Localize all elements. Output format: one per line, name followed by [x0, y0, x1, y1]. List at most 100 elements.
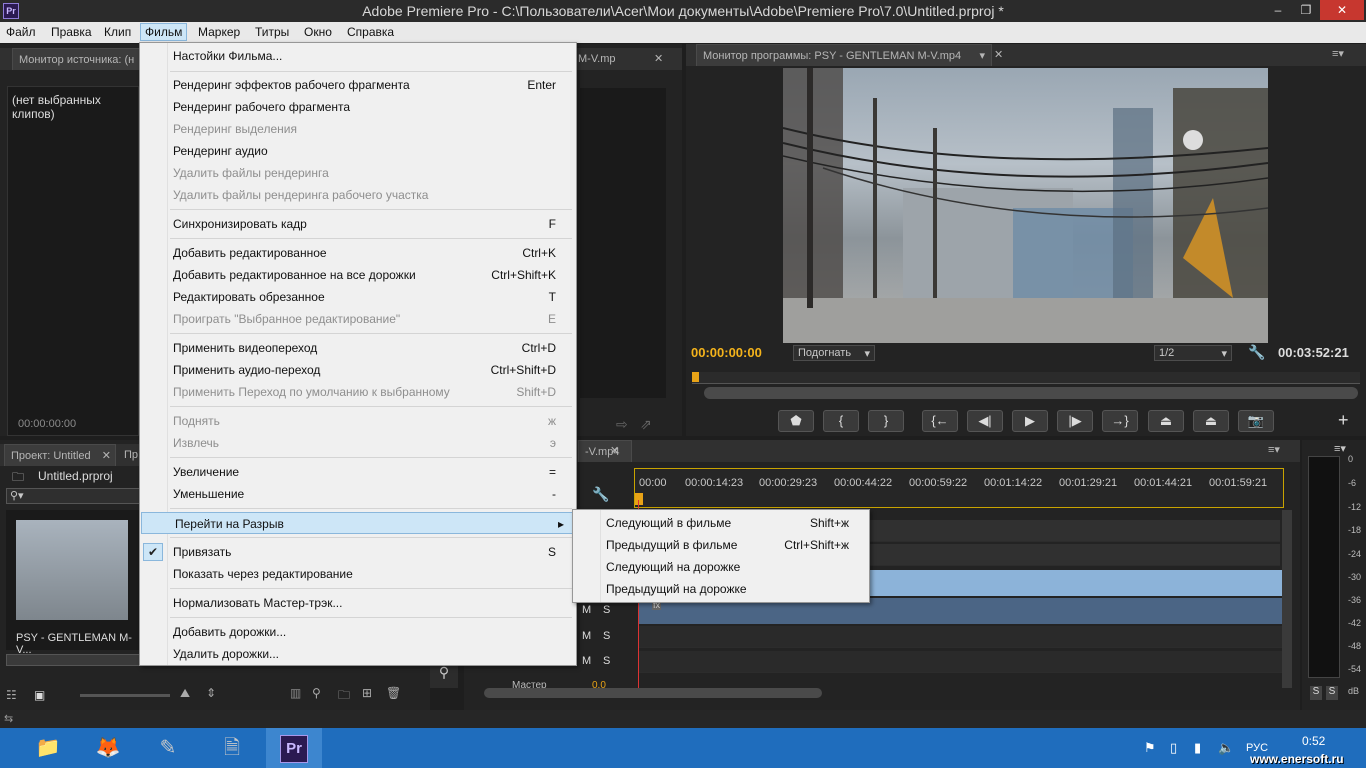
- playhead-icon[interactable]: [692, 372, 699, 382]
- panel-menu-icon[interactable]: ≡▾: [1268, 443, 1280, 456]
- menu-window[interactable]: Окно: [304, 25, 332, 39]
- solo-right-button[interactable]: S: [1326, 686, 1338, 700]
- sort-icon[interactable]: ⇕: [206, 686, 216, 700]
- menu-clip[interactable]: Клип: [104, 25, 131, 39]
- timeline-h-scrollbar[interactable]: [484, 688, 822, 698]
- zoom-tool-icon[interactable]: ⚲: [430, 664, 458, 688]
- network-icon[interactable]: ▮: [1194, 740, 1201, 756]
- new-bin-icon[interactable]: 🗀: [338, 686, 350, 707]
- menu-item-render-selection[interactable]: Рендеринг выделения: [140, 118, 576, 140]
- menu-marker[interactable]: Маркер: [198, 25, 240, 39]
- audio-track-3[interactable]: [638, 651, 1282, 673]
- menu-item-lift[interactable]: Поднять ж: [140, 410, 576, 432]
- menu-item-extract[interactable]: Извлечь э: [140, 432, 576, 454]
- insert-icon[interactable]: ⇨: [616, 416, 628, 433]
- menu-item-go-to-gap[interactable]: Перейти на Разрыв ▸: [141, 512, 575, 534]
- menu-item-render-effects[interactable]: Рендеринг эффектов рабочего фрагмента Ent…: [140, 74, 576, 96]
- menu-item-sequence-settings[interactable]: Настойки Фильма...: [140, 45, 576, 67]
- find-icon[interactable]: ⚲: [312, 686, 321, 700]
- program-current-timecode[interactable]: 00:00:00:00: [691, 345, 762, 360]
- automate-icon[interactable]: ▥: [290, 686, 301, 700]
- close-icon[interactable]: ✕: [102, 445, 111, 467]
- document-app-icon[interactable]: 🗎: [204, 728, 260, 768]
- menu-edit[interactable]: Правка: [51, 25, 92, 39]
- add-marker-button[interactable]: ⬟: [778, 410, 814, 432]
- menu-item-add-tracks[interactable]: Добавить дорожки...: [140, 621, 576, 643]
- mute-button[interactable]: M: [582, 630, 591, 642]
- close-icon[interactable]: ✕: [654, 52, 663, 65]
- menu-item-render-work-area[interactable]: Рендеринг рабочего фрагмента: [140, 96, 576, 118]
- export-frame-button[interactable]: 📷: [1238, 410, 1274, 432]
- clock-time[interactable]: 0:52: [1302, 734, 1325, 748]
- go-to-out-button[interactable]: →}: [1102, 410, 1138, 432]
- menu-item-show-through-edits[interactable]: Показать через редактирование: [140, 563, 576, 585]
- chevron-down-icon[interactable]: ▾: [979, 45, 985, 67]
- menu-item-zoom-out[interactable]: Уменьшение -: [140, 483, 576, 505]
- list-view-icon[interactable]: ☷: [6, 688, 17, 702]
- submenu-item-next-in-track[interactable]: Следующий на дорожке: [573, 556, 869, 578]
- menu-file[interactable]: Файл: [6, 25, 36, 39]
- menu-title[interactable]: Титры: [255, 25, 289, 39]
- menu-sequence[interactable]: Фильм: [140, 23, 188, 41]
- mute-button[interactable]: M: [582, 604, 591, 616]
- menu-item-add-edit[interactable]: Добавить редактированное Ctrl+K: [140, 242, 576, 264]
- menu-help[interactable]: Справка: [347, 25, 394, 39]
- tab-program-monitor[interactable]: Монитор программы: PSY - GENTLEMAN M-V.m…: [696, 44, 992, 66]
- play-button[interactable]: ▶: [1012, 410, 1048, 432]
- menu-item-snap[interactable]: ✔ Привязать S: [140, 541, 576, 563]
- menu-item-delete-tracks[interactable]: Удалить дорожки...: [140, 643, 576, 665]
- flag-icon[interactable]: ⚑: [1144, 740, 1156, 756]
- close-button[interactable]: ✕: [1320, 0, 1364, 20]
- video-track-3[interactable]: [870, 520, 1280, 542]
- file-explorer-icon[interactable]: 📁: [20, 728, 76, 768]
- menu-item-apply-audio-transition[interactable]: Применить аудио-переход Ctrl+Shift+D: [140, 359, 576, 381]
- audio-track-2[interactable]: [638, 626, 1282, 648]
- video-track-2[interactable]: [870, 544, 1280, 566]
- menu-item-render-audio[interactable]: Рендеринг аудио: [140, 140, 576, 162]
- program-zoom-scrollbar[interactable]: [704, 387, 1358, 399]
- go-to-in-button[interactable]: {←: [922, 410, 958, 432]
- solo-button[interactable]: S: [603, 655, 610, 667]
- program-time-ruler[interactable]: [692, 372, 1360, 384]
- tab-sequence[interactable]: -V.mp4: [578, 440, 632, 462]
- submenu-item-previous-in-track[interactable]: Предыдущий на дорожке: [573, 578, 869, 600]
- plus-icon[interactable]: +: [1338, 410, 1349, 431]
- menu-item-normalize-master-track[interactable]: Нормализовать Мастер-трэк...: [140, 592, 576, 614]
- playhead-icon[interactable]: [635, 493, 643, 505]
- mark-in-button[interactable]: {: [823, 410, 859, 432]
- menu-item-apply-video-transition[interactable]: Применить видеопереход Ctrl+D: [140, 337, 576, 359]
- menu-item-apply-default-transition[interactable]: Применить Переход по умолчанию к выбранн…: [140, 381, 576, 403]
- mark-out-button[interactable]: }: [868, 410, 904, 432]
- panel-menu-icon[interactable]: ≡▾: [1332, 47, 1344, 60]
- extract-button[interactable]: ⏏: [1193, 410, 1229, 432]
- tablet-app-icon[interactable]: ✎: [140, 728, 196, 768]
- wrench-icon[interactable]: 🔧: [1248, 344, 1265, 361]
- export-frame-icon[interactable]: ⇗: [640, 416, 652, 433]
- solo-left-button[interactable]: S: [1310, 686, 1322, 700]
- new-item-icon[interactable]: ⊞: [362, 686, 372, 700]
- video-clip[interactable]: [870, 570, 1282, 596]
- submenu-item-next-in-sequence[interactable]: Следующий в фильме Shift+ж: [573, 512, 869, 534]
- close-icon[interactable]: ✕: [610, 444, 619, 457]
- menu-item-delete-work-area-render-files[interactable]: Удалить файлы рендеринга рабочего участк…: [140, 184, 576, 206]
- step-back-button[interactable]: ◀|: [967, 410, 1003, 432]
- solo-button[interactable]: S: [603, 630, 610, 642]
- zoom-slider[interactable]: [80, 694, 170, 697]
- tab-project[interactable]: Проект: Untitled ✕: [4, 444, 116, 466]
- tab-source-clip[interactable]: M-V.mp: [578, 53, 616, 65]
- menu-item-match-frame[interactable]: Синхронизировать кадр F: [140, 213, 576, 235]
- close-icon[interactable]: ✕: [994, 48, 1003, 61]
- clip-thumbnail[interactable]: [16, 520, 128, 620]
- menu-item-delete-render-files[interactable]: Удалить файлы рендеринга: [140, 162, 576, 184]
- volume-icon[interactable]: 🔈: [1218, 740, 1234, 756]
- resolution-dropdown[interactable]: 1/2 ▾: [1154, 345, 1232, 361]
- tab-media-browser[interactable]: Пр: [124, 449, 138, 461]
- menu-item-trim-edit[interactable]: Редактировать обрезанное T: [140, 286, 576, 308]
- timeline-ruler[interactable]: 00:00 00:00:14:23 00:00:29:23 00:00:44:2…: [634, 468, 1284, 508]
- menu-item-play-selected-edit[interactable]: Проиграть "Выбранное редактирование" E: [140, 308, 576, 330]
- minimize-button[interactable]: –: [1262, 0, 1294, 20]
- panel-menu-icon[interactable]: ≡▾: [1334, 442, 1346, 455]
- trash-icon[interactable]: 🗑: [386, 686, 401, 700]
- wrench-icon[interactable]: 🔧: [592, 486, 609, 503]
- submenu-item-previous-in-sequence[interactable]: Предыдущий в фильме Ctrl+Shift+ж: [573, 534, 869, 556]
